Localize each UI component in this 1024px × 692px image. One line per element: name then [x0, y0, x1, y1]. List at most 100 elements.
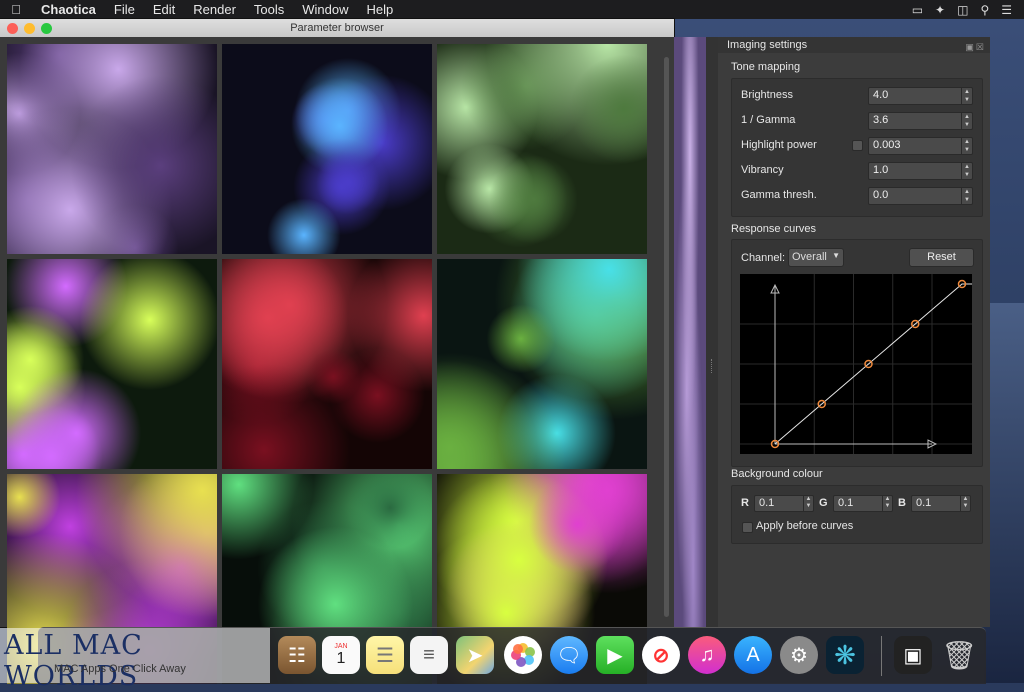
brightness-value: 4.0 [873, 89, 889, 101]
calendar-app-icon[interactable]: JAN 1 [322, 636, 360, 674]
display-icon[interactable]: ◫ [957, 3, 968, 17]
brightness-label: Brightness [741, 89, 793, 101]
g-spinbox[interactable]: 0.1 ▲ ▼ [833, 495, 893, 512]
vibrancy-value: 1.0 [873, 164, 889, 176]
downloads-stack-icon[interactable]: ▣ [894, 636, 932, 674]
imaging-settings-panel: Imaging settings ▣☒ Tone mapping Brightn… [718, 37, 990, 627]
tone-mapping-group: Brightness 4.0 ▲ ▼ 1 / Gamma 3.6 ▲ ▼ Highlig… [731, 78, 983, 217]
gamma-thresh-label: Gamma thresh. [741, 189, 817, 201]
background-colour-group: R 0.1 ▲ ▼ G 0.1 ▲ ▼ B 0.1 ▲ ▼ Apply before cur… [731, 485, 983, 544]
response-curves-heading: Response curves [731, 223, 816, 235]
channel-label: Channel: [741, 252, 786, 264]
minimize-button[interactable] [24, 23, 35, 34]
photos-app-icon[interactable] [504, 636, 542, 674]
brightness-row: Brightness 4.0 ▲ ▼ [741, 87, 973, 105]
menu-tools[interactable]: Tools [245, 0, 293, 19]
spin-arrows-icon[interactable]: ▲ ▼ [803, 496, 813, 511]
parameter-browser-window: Parameter browser [0, 19, 674, 684]
apply-before-curves-checkbox[interactable] [742, 522, 753, 533]
highlight-power-label: Highlight power [741, 139, 817, 151]
menu-help[interactable]: Help [358, 0, 403, 19]
menu-edit[interactable]: Edit [144, 0, 184, 19]
fractal-thumbnail[interactable] [222, 44, 432, 254]
contacts-app-icon[interactable]: ☷ [278, 636, 316, 674]
gamma-row: 1 / Gamma 3.6 ▲ ▼ [741, 112, 973, 130]
spin-arrows-icon[interactable]: ▲ ▼ [961, 163, 972, 179]
window-title-bar[interactable]: Parameter browser [0, 19, 674, 37]
fractal-thumbnail[interactable] [7, 44, 217, 254]
calendar-month: JAN [334, 642, 348, 650]
apple-menu-icon[interactable]:  [0, 2, 32, 17]
photos-flower-icon [511, 643, 535, 667]
dock-separator [881, 636, 882, 676]
scrollbar-thumb[interactable] [664, 57, 669, 617]
splitter-grip-icon [711, 359, 714, 373]
gamma-thresh-spinbox[interactable]: 0.0 ▲ ▼ [868, 187, 973, 205]
fractal-thumbnail[interactable] [222, 259, 432, 469]
watermark-overlay: ALL MAC WORLDS MAC Apps One Click Away [0, 628, 270, 692]
spin-arrows-icon[interactable]: ▲ ▼ [961, 138, 972, 154]
highlight-power-spinbox[interactable]: 0.003 ▲ ▼ [868, 137, 973, 155]
r-value: 0.1 [759, 497, 775, 509]
spin-arrows-icon[interactable]: ▲ ▼ [961, 88, 972, 104]
fractal-thumbnail[interactable] [437, 44, 647, 254]
g-label: G [819, 497, 828, 509]
gamma-thresh-value: 0.0 [873, 189, 889, 201]
system-preferences-icon[interactable]: ⚙ [780, 636, 818, 674]
r-spinbox[interactable]: 0.1 ▲ ▼ [754, 495, 814, 512]
highlight-power-checkbox[interactable] [852, 140, 863, 151]
fractal-thumbnail[interactable] [7, 259, 217, 469]
chevron-down-icon: ▼ [832, 251, 840, 260]
spin-arrows-icon[interactable]: ▲ ▼ [961, 188, 972, 204]
menu-bar:  Chaotica File Edit Render Tools Window… [0, 0, 1024, 19]
app-store-icon[interactable]: A [734, 636, 772, 674]
messages-app-icon[interactable]: 🗨 [550, 636, 588, 674]
b-spinbox[interactable]: 0.1 ▲ ▼ [911, 495, 971, 512]
spin-arrows-icon[interactable]: ▲ ▼ [960, 496, 970, 511]
maps-app-icon[interactable]: ➤ [456, 636, 494, 674]
panel-title-bar[interactable]: Imaging settings ▣☒ [718, 37, 990, 53]
menu-window[interactable]: Window [293, 0, 357, 19]
g-value: 0.1 [838, 497, 854, 509]
gamma-spinbox[interactable]: 3.6 ▲ ▼ [868, 112, 973, 130]
close-panel-icon[interactable]: ☒ [976, 42, 986, 52]
highlight-power-value: 0.003 [873, 139, 901, 151]
trash-icon[interactable]: 🗑 [940, 636, 978, 674]
b-value: 0.1 [916, 497, 932, 509]
vibrancy-spinbox[interactable]: 1.0 ▲ ▼ [868, 162, 973, 180]
fractal-thumbnail[interactable] [437, 259, 647, 469]
notes-app-icon[interactable]: ☰ [366, 636, 404, 674]
panel-title: Imaging settings [727, 39, 808, 51]
music-app-icon[interactable]: ♫ [688, 636, 726, 674]
search-icon[interactable]: ⚲ [980, 3, 989, 17]
response-curve-editor[interactable] [740, 274, 972, 454]
notification-icon[interactable]: ▭ [912, 3, 923, 17]
background-colour-heading: Background colour [731, 468, 823, 480]
list-menu-icon[interactable]: ☰ [1001, 3, 1012, 17]
spin-arrows-icon[interactable]: ▲ ▼ [882, 496, 892, 511]
menu-app-name[interactable]: Chaotica [32, 0, 105, 19]
channel-value: Overall [792, 251, 827, 263]
channel-dropdown[interactable]: Overall ▼ [788, 248, 844, 267]
browser-scrollbar[interactable] [660, 37, 674, 627]
render-preview-strip [674, 37, 706, 627]
reset-button[interactable]: Reset [909, 248, 974, 267]
menu-file[interactable]: File [105, 0, 144, 19]
brightness-spinbox[interactable]: 4.0 ▲ ▼ [868, 87, 973, 105]
tool-icon[interactable]: ✦ [935, 3, 945, 17]
spin-arrows-icon[interactable]: ▲ ▼ [961, 113, 972, 129]
r-label: R [741, 497, 749, 509]
float-icon[interactable]: ▣ [965, 42, 976, 52]
vibrancy-row: Vibrancy 1.0 ▲ ▼ [741, 162, 973, 180]
news-app-icon[interactable]: ⊘ [642, 636, 680, 674]
menu-render[interactable]: Render [184, 0, 245, 19]
chaotica-app-icon[interactable]: ❋ [826, 636, 864, 674]
response-curves-group: Channel: Overall ▼ Reset [731, 239, 983, 467]
reminders-app-icon[interactable]: ≡ [410, 636, 448, 674]
panel-splitter[interactable] [706, 37, 718, 627]
close-button[interactable] [7, 23, 18, 34]
facetime-app-icon[interactable]: ▶ [596, 636, 634, 674]
zoom-button[interactable] [41, 23, 52, 34]
window-title: Parameter browser [290, 22, 384, 34]
highlight-power-row: Highlight power 0.003 ▲ ▼ [741, 137, 973, 155]
